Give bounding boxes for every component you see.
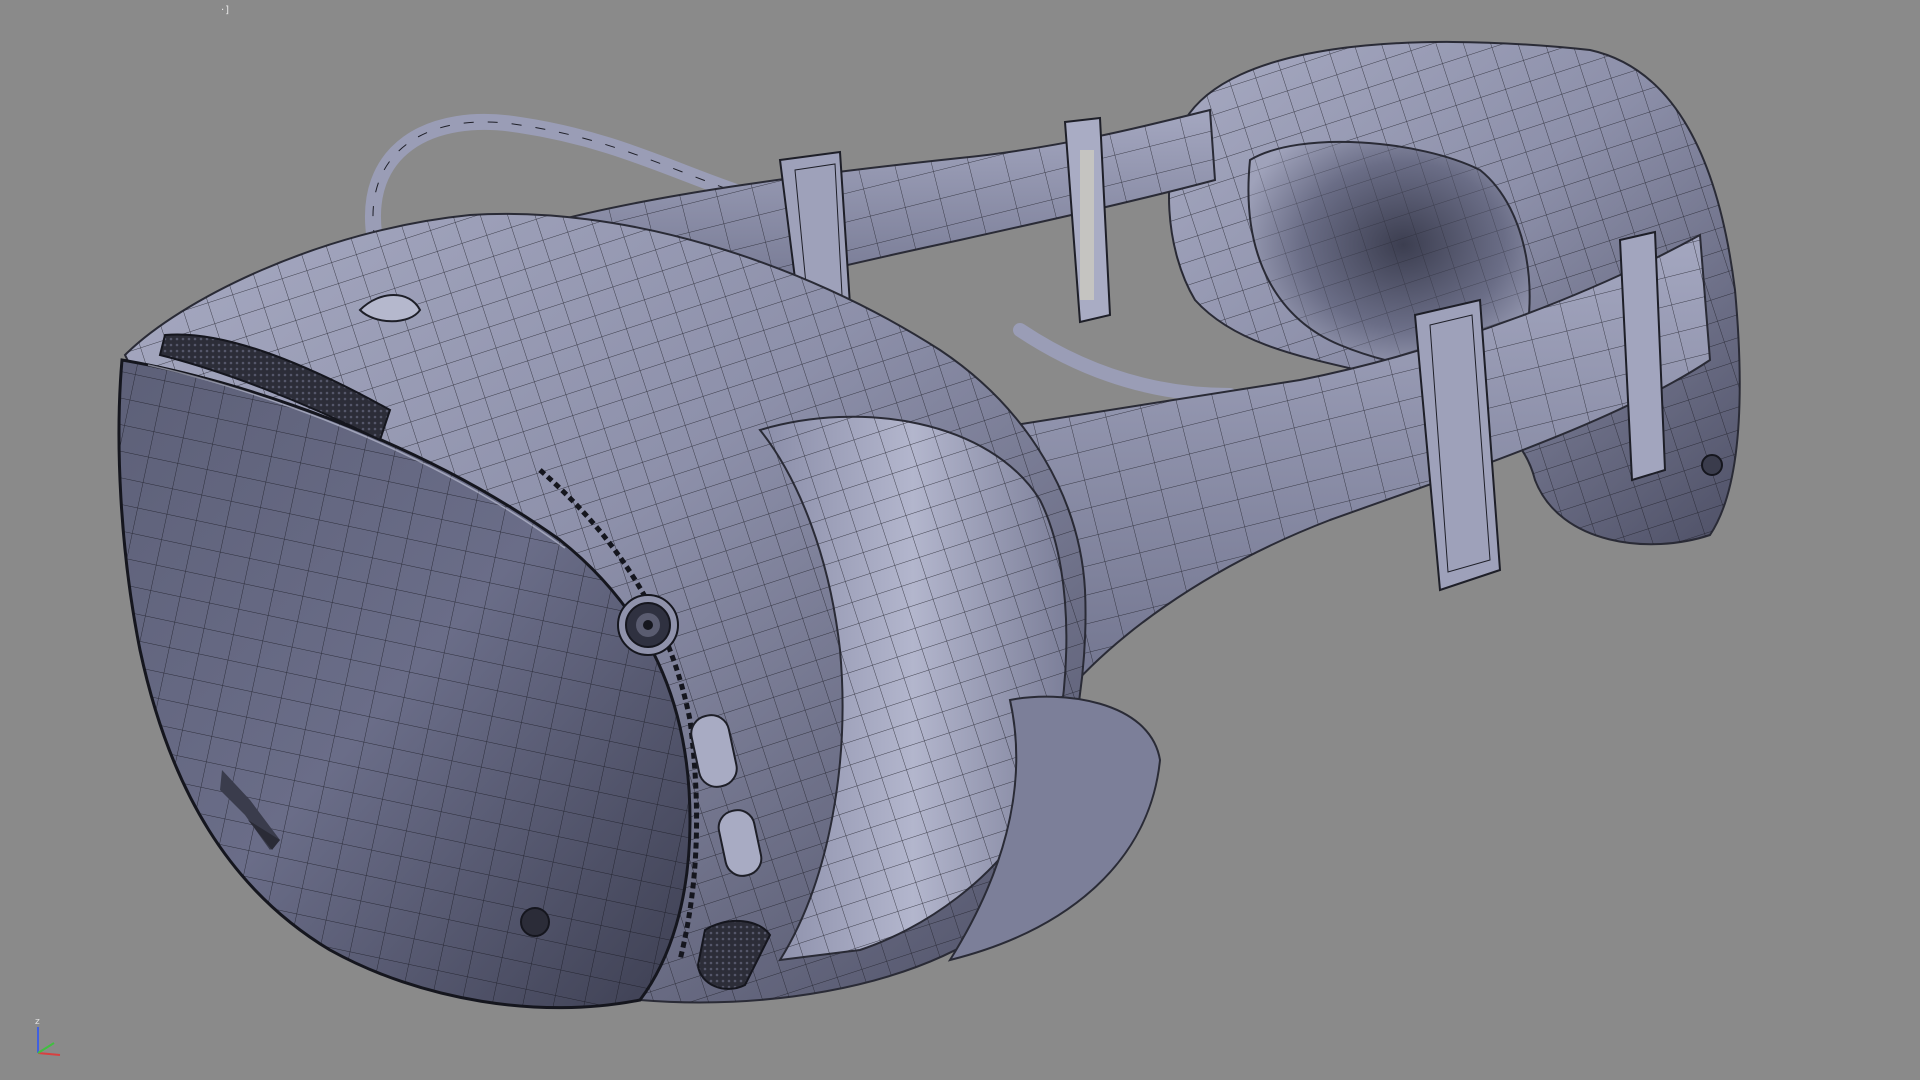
proximity-sensor xyxy=(520,907,550,937)
camera-lens-icon xyxy=(617,594,679,656)
axis-gizmo-icon[interactable]: z xyxy=(30,1015,70,1060)
axis-z-label: z xyxy=(35,1017,40,1027)
headset-model[interactable] xyxy=(0,0,1920,1080)
visor-body xyxy=(117,212,1162,1010)
cable-lower xyxy=(1013,323,1237,402)
3d-viewport[interactable]: ·] z xyxy=(0,0,1920,1080)
